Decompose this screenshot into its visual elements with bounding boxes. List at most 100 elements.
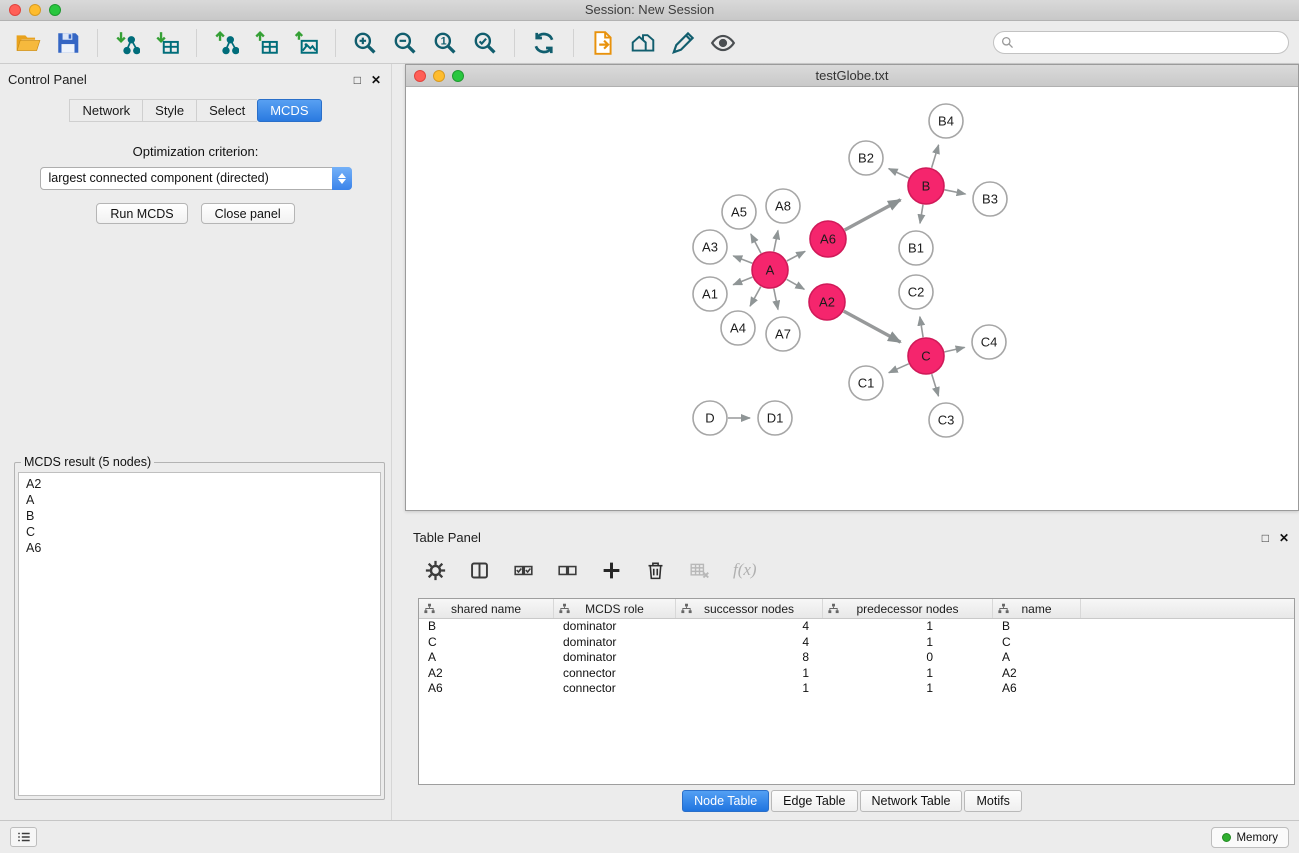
table-row[interactable]: A6connector11A6 <box>419 681 1294 697</box>
task-history-button[interactable] <box>10 827 37 847</box>
zoom-actual-size-button[interactable]: 1 <box>425 25 465 61</box>
deselect-all-rows-button[interactable] <box>557 560 578 581</box>
edge-B-B2[interactable] <box>889 169 909 178</box>
result-item[interactable]: C <box>26 524 373 540</box>
edge-A-A1[interactable] <box>733 277 752 285</box>
zoom-in-button[interactable] <box>345 25 385 61</box>
table-cell[interactable]: 1 <box>823 666 993 682</box>
memory-button[interactable]: Memory <box>1211 827 1289 848</box>
show-columns-button[interactable] <box>469 560 490 581</box>
export-network-button[interactable] <box>206 25 246 61</box>
table-cell[interactable]: dominator <box>554 619 676 635</box>
tab-network-table[interactable]: Network Table <box>860 790 963 812</box>
edge-C-C1[interactable] <box>889 364 909 373</box>
function-builder-button[interactable]: f(x) <box>733 560 757 580</box>
export-image-button[interactable] <box>286 25 326 61</box>
table-row[interactable]: Cdominator41C <box>419 635 1294 651</box>
save-session-button[interactable] <box>48 25 88 61</box>
table-cell[interactable]: 4 <box>676 619 823 635</box>
table-cell[interactable]: 0 <box>823 650 993 666</box>
table-cell[interactable]: 1 <box>823 619 993 635</box>
tab-node-table[interactable]: Node Table <box>682 790 769 812</box>
add-row-button[interactable] <box>601 560 622 581</box>
search-field[interactable] <box>993 31 1289 54</box>
close-network-window-button[interactable] <box>414 70 426 82</box>
edge-B-B1[interactable] <box>920 205 923 224</box>
search-input[interactable] <box>1018 36 1288 50</box>
result-item[interactable]: A <box>26 492 373 508</box>
import-document-button[interactable] <box>583 25 623 61</box>
optimization-criterion-dropdown[interactable]: largest connected component (directed) <box>40 167 352 190</box>
result-item[interactable]: B <box>26 508 373 524</box>
import-network-button[interactable] <box>107 25 147 61</box>
import-table-button[interactable] <box>147 25 187 61</box>
table-cell[interactable]: connector <box>554 666 676 682</box>
close-panel-icon[interactable]: ✕ <box>371 74 381 86</box>
table-cell[interactable]: A6 <box>993 681 1081 697</box>
float-panel-icon[interactable]: □ <box>354 74 361 86</box>
close-table-panel-icon[interactable]: ✕ <box>1279 532 1289 544</box>
tab-edge-table[interactable]: Edge Table <box>771 790 857 812</box>
tab-network[interactable]: Network <box>69 99 142 122</box>
edge-A-A7[interactable] <box>774 289 778 310</box>
table-cell[interactable]: 4 <box>676 635 823 651</box>
table-cell[interactable]: C <box>993 635 1081 651</box>
column-header-successor-nodes[interactable]: successor nodes <box>676 599 823 618</box>
edge-A-A4[interactable] <box>750 287 761 307</box>
edge-A-A3[interactable] <box>733 256 752 263</box>
run-mcds-button[interactable]: Run MCDS <box>96 203 187 224</box>
table-cell[interactable]: 1 <box>823 635 993 651</box>
table-cell[interactable]: A <box>993 650 1081 666</box>
table-row[interactable]: A2connector11A2 <box>419 666 1294 682</box>
select-all-rows-button[interactable] <box>513 560 534 581</box>
mcds-result-list[interactable]: A2ABCA6 <box>18 472 381 796</box>
table-cell[interactable]: B <box>419 619 554 635</box>
result-item[interactable]: A6 <box>26 540 373 556</box>
table-cell[interactable]: B <box>993 619 1081 635</box>
edge-A2-C[interactable] <box>844 311 901 342</box>
table-row[interactable]: Bdominator41B <box>419 619 1294 635</box>
column-header-predecessor-nodes[interactable]: predecessor nodes <box>823 599 993 618</box>
zoom-fit-button[interactable] <box>465 25 505 61</box>
zoom-out-button[interactable] <box>385 25 425 61</box>
column-header-name[interactable]: name <box>993 599 1081 618</box>
edge-C-C4[interactable] <box>945 347 965 352</box>
table-cell[interactable]: 1 <box>823 681 993 697</box>
table-cell[interactable]: 8 <box>676 650 823 666</box>
clear-table-button[interactable] <box>689 560 710 581</box>
network-window-titlebar[interactable]: testGlobe.txt <box>406 65 1298 87</box>
edge-B-B4[interactable] <box>932 145 939 168</box>
annotation-pencil-button[interactable] <box>663 25 703 61</box>
close-window-button[interactable] <box>9 4 21 16</box>
show-graphics-details-button[interactable] <box>703 25 743 61</box>
float-table-panel-icon[interactable]: □ <box>1262 532 1269 544</box>
column-header-shared-name[interactable]: shared name <box>419 599 554 618</box>
table-row[interactable]: Adominator80A <box>419 650 1294 666</box>
ndex-home-button[interactable] <box>623 25 663 61</box>
table-cell[interactable]: A2 <box>993 666 1081 682</box>
table-cell[interactable]: dominator <box>554 635 676 651</box>
edge-B-B3[interactable] <box>945 190 966 194</box>
table-cell[interactable]: connector <box>554 681 676 697</box>
table-cell[interactable]: A2 <box>419 666 554 682</box>
table-cell[interactable]: 1 <box>676 681 823 697</box>
table-cell[interactable]: C <box>419 635 554 651</box>
table-cell[interactable]: A6 <box>419 681 554 697</box>
table-cell[interactable]: 1 <box>676 666 823 682</box>
edge-A-A8[interactable] <box>774 231 778 252</box>
export-table-button[interactable] <box>246 25 286 61</box>
edge-C-C3[interactable] <box>932 374 939 396</box>
table-settings-button[interactable] <box>425 560 446 581</box>
delete-rows-button[interactable] <box>645 560 666 581</box>
table-cell[interactable]: dominator <box>554 650 676 666</box>
open-session-button[interactable] <box>8 25 48 61</box>
tab-style[interactable]: Style <box>142 99 196 122</box>
edge-A-A6[interactable] <box>787 251 805 261</box>
tab-select[interactable]: Select <box>196 99 257 122</box>
result-item[interactable]: A2 <box>26 476 373 492</box>
edge-A6-B[interactable] <box>845 200 901 230</box>
zoom-window-button[interactable] <box>49 4 61 16</box>
zoom-network-window-button[interactable] <box>452 70 464 82</box>
tab-motifs[interactable]: Motifs <box>964 790 1021 812</box>
column-header-MCDS-role[interactable]: MCDS role <box>554 599 676 618</box>
